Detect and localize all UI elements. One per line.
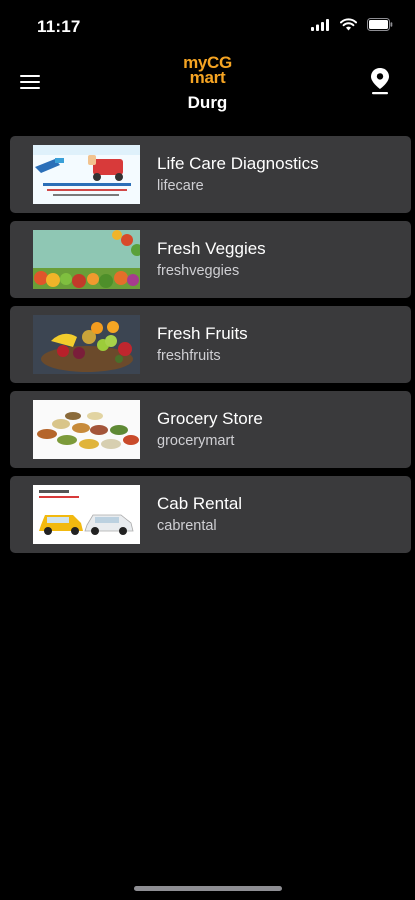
nav-bar: myCG mart Durg xyxy=(0,52,415,122)
store-slug: freshveggies xyxy=(157,263,240,279)
store-name: Grocery Store xyxy=(157,409,263,428)
store-thumbnail-cabrental xyxy=(33,485,140,544)
store-slug: cabrental xyxy=(157,518,217,534)
store-thumbnail-grocerymart xyxy=(33,400,140,459)
status-time: 11:17 xyxy=(37,17,81,36)
status-bar: 11:17 xyxy=(0,0,415,52)
store-name: Life Care Diagnostics xyxy=(157,154,319,173)
store-thumbnail-lifecare xyxy=(33,145,140,204)
store-list: Life Care Diagnostics lifecare Fresh Veg… xyxy=(10,136,411,561)
store-name: Cab Rental xyxy=(157,494,243,513)
battery-icon xyxy=(367,18,393,31)
store-slug: freshfruits xyxy=(157,348,221,364)
location-pin-icon[interactable] xyxy=(369,67,391,95)
store-item-cabrental[interactable]: Cab Rental cabrental xyxy=(10,476,411,553)
logo-text-bottom: mart xyxy=(189,68,226,87)
store-name: Fresh Veggies xyxy=(157,239,266,258)
home-indicator[interactable] xyxy=(134,886,282,891)
app-logo: myCG mart xyxy=(0,54,415,87)
store-thumbnail-freshveggies xyxy=(33,230,140,289)
store-item-lifecare[interactable]: Life Care Diagnostics lifecare xyxy=(10,136,411,213)
store-item-freshfruits[interactable]: Fresh Fruits freshfruits xyxy=(10,306,411,383)
store-thumbnail-freshfruits xyxy=(33,315,140,374)
store-slug: lifecare xyxy=(157,178,204,194)
store-slug: grocerymart xyxy=(157,433,235,449)
wifi-icon xyxy=(340,18,357,31)
status-icons xyxy=(311,18,393,31)
store-name: Fresh Fruits xyxy=(157,324,248,343)
city-title: Durg xyxy=(187,93,228,112)
store-item-grocerymart[interactable]: Grocery Store grocerymart xyxy=(10,391,411,468)
signal-icon xyxy=(311,18,329,31)
store-item-freshveggies[interactable]: Fresh Veggies freshveggies xyxy=(10,221,411,298)
